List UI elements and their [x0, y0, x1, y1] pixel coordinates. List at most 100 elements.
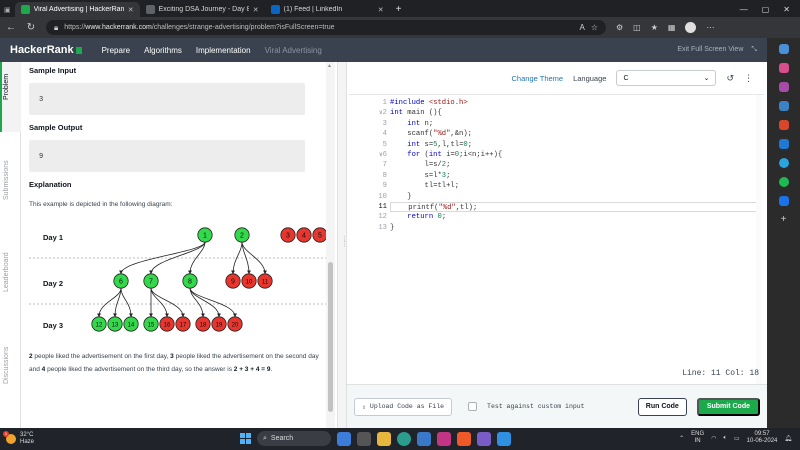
games-icon[interactable]: [778, 101, 789, 111]
reset-code-icon[interactable]: ↺: [726, 73, 734, 84]
new-tab-icon[interactable]: +: [390, 4, 408, 17]
telegram-icon[interactable]: [778, 158, 789, 168]
close-tab-icon[interactable]: ✕: [378, 6, 384, 14]
extensions-icon[interactable]: ⚙: [616, 23, 623, 32]
brave-browser-icon[interactable]: [457, 431, 471, 446]
hackerrank-logo[interactable]: HackerRank: [10, 44, 82, 56]
fold-chevron-icon[interactable]: ∨: [379, 150, 383, 160]
region-code: IN: [694, 438, 701, 444]
problem-scrollbar[interactable]: ▲: [326, 62, 335, 428]
more-vertical-icon[interactable]: ⋮: [744, 73, 753, 84]
back-icon[interactable]: ←: [6, 22, 16, 33]
task-view-icon[interactable]: [357, 431, 371, 446]
tab-leaderboard[interactable]: Leaderboard: [3, 252, 10, 292]
read-aloud-icon[interactable]: A: [579, 23, 584, 32]
close-tab-icon[interactable]: ✕: [253, 6, 259, 14]
app-icon[interactable]: [778, 196, 789, 206]
exit-fullscreen-label: Exit Full Screen View: [677, 46, 744, 53]
vscode-icon[interactable]: [497, 431, 511, 446]
close-window-icon[interactable]: ✕: [783, 5, 790, 14]
refresh-icon[interactable]: ↻: [26, 22, 36, 33]
edge-browser-icon[interactable]: [397, 431, 411, 446]
tab-title: (1) Feed | LinkedIn: [283, 6, 343, 13]
breadcrumb: Prepare Algorithms Implementation Viral …: [102, 46, 322, 55]
browser-tab-linkedin[interactable]: (1) Feed | LinkedIn ✕: [265, 2, 390, 17]
run-code-button[interactable]: Run Code: [637, 397, 687, 416]
widgets-app-icon[interactable]: [337, 431, 351, 446]
battery-icon[interactable]: ▭: [734, 435, 740, 442]
minimize-icon[interactable]: —: [740, 5, 748, 14]
tab-actions-icon[interactable]: ▣: [0, 6, 15, 17]
volume-icon[interactable]: 🔈︎: [723, 435, 727, 442]
browser-tab-dsa-journey[interactable]: Exciting DSA Journey - Day 8 ✕: [140, 2, 265, 17]
more-options-icon[interactable]: ⋯: [706, 23, 714, 32]
photos-app-icon[interactable]: [477, 431, 491, 446]
language-select[interactable]: C ⌄: [616, 70, 717, 86]
code-content[interactable]: #include <stdio.h> int main (){ int n; s…: [390, 98, 762, 233]
explanation-heading: Explanation: [29, 180, 72, 189]
nav-implementation[interactable]: Implementation: [196, 46, 251, 55]
windows-start-icon[interactable]: [240, 433, 251, 444]
office-icon[interactable]: [778, 120, 789, 130]
node-label: 19: [216, 323, 223, 329]
favorites-icon[interactable]: ★: [651, 23, 658, 32]
add-icon[interactable]: +: [779, 215, 789, 225]
scrollbar-thumb[interactable]: [328, 262, 333, 412]
instagram-icon[interactable]: [437, 431, 451, 446]
outlook-icon[interactable]: [778, 139, 789, 149]
profile-avatar-icon[interactable]: [685, 22, 697, 33]
search-sidebar-icon[interactable]: [778, 44, 789, 54]
input-language[interactable]: ENG IN: [691, 431, 704, 445]
logo-square-icon: [75, 46, 82, 54]
language-value: C: [623, 74, 629, 82]
shopping-icon[interactable]: [778, 63, 789, 73]
url-text: https://www.hackerrank.com/challenges/st…: [64, 24, 335, 31]
store-icon[interactable]: [417, 431, 431, 446]
custom-input-label[interactable]: Test against custom input: [487, 403, 585, 410]
lock-icon[interactable]: 🔒︎: [54, 23, 58, 33]
submit-code-button[interactable]: Submit Code: [696, 397, 760, 416]
cursor-position-status: Line: 11 Col: 18: [682, 369, 759, 378]
tab-discussions[interactable]: Discussions: [3, 347, 10, 384]
favorite-star-icon[interactable]: ☆: [591, 23, 598, 32]
day-2-label: Day 2: [43, 279, 63, 288]
nav-prepare[interactable]: Prepare: [102, 46, 130, 55]
edge-sidebar: +: [767, 38, 800, 428]
code-editor[interactable]: 1 2 ∨ 3 4 5 6 ∨ 7 8 9 10 11 12 13 #include <stdio.h> i…: [349, 94, 764, 385]
wifi-icon[interactable]: ◠: [711, 435, 716, 442]
line-number: 9: [382, 182, 387, 191]
node-label: 11: [262, 280, 269, 286]
file-explorer-icon[interactable]: [377, 431, 391, 446]
spotify-icon[interactable]: [778, 177, 789, 187]
close-tab-icon[interactable]: ✕: [128, 6, 134, 14]
editor-scrollbar[interactable]: [756, 95, 762, 385]
notifications-icon[interactable]: 🔔︎: [784, 435, 792, 442]
code-line: scanf("%d",&n);: [390, 130, 472, 139]
tab-submissions[interactable]: Submissions: [3, 160, 10, 200]
change-theme-button[interactable]: Change Theme: [512, 74, 564, 83]
collections-icon[interactable]: ▦: [668, 23, 676, 32]
weather-sun-icon: 1: [3, 431, 16, 444]
exit-fullscreen-link[interactable]: Exit Full Screen View ⤡: [677, 46, 757, 54]
page-favicon-icon: [145, 5, 155, 14]
taskbar-search[interactable]: ⌕ Search: [257, 431, 331, 446]
line-number: 10: [378, 192, 387, 201]
chevron-up-icon[interactable]: ⌃: [679, 435, 684, 442]
tab-problem[interactable]: Problem: [3, 74, 10, 100]
weather-widget[interactable]: 1 32°C Haze: [0, 431, 120, 446]
maximize-icon[interactable]: ▢: [762, 5, 770, 14]
url-field[interactable]: 🔒︎ https://www.hackerrank.com/challenges…: [46, 20, 606, 35]
upload-code-button[interactable]: ⇪ Upload Code as File: [354, 397, 453, 416]
panel-splitter[interactable]: ⋮ ⋮: [337, 62, 348, 428]
problem-statement-panel: Sample Input 3 Sample Output 9 Explanati…: [21, 62, 337, 428]
fold-chevron-icon[interactable]: ∨: [379, 108, 383, 118]
custom-input-checkbox[interactable]: [468, 402, 478, 411]
browser-tab-hackerrank[interactable]: Viral Advertising | HackerRank ✕: [14, 2, 140, 17]
split-screen-icon[interactable]: ◫: [633, 23, 641, 32]
scroll-up-icon[interactable]: ▲: [327, 63, 332, 69]
code-line: int n;: [407, 119, 434, 128]
tools-icon[interactable]: [778, 82, 789, 92]
clock[interactable]: 09:57 10-06-2024: [747, 431, 778, 445]
advertising-diagram: Day 1 Day 2 Day 3 1 2 3 4 56 7 8 9 10 1112 13 14 15 1…: [29, 227, 328, 332]
nav-algorithms[interactable]: Algorithms: [144, 46, 182, 55]
